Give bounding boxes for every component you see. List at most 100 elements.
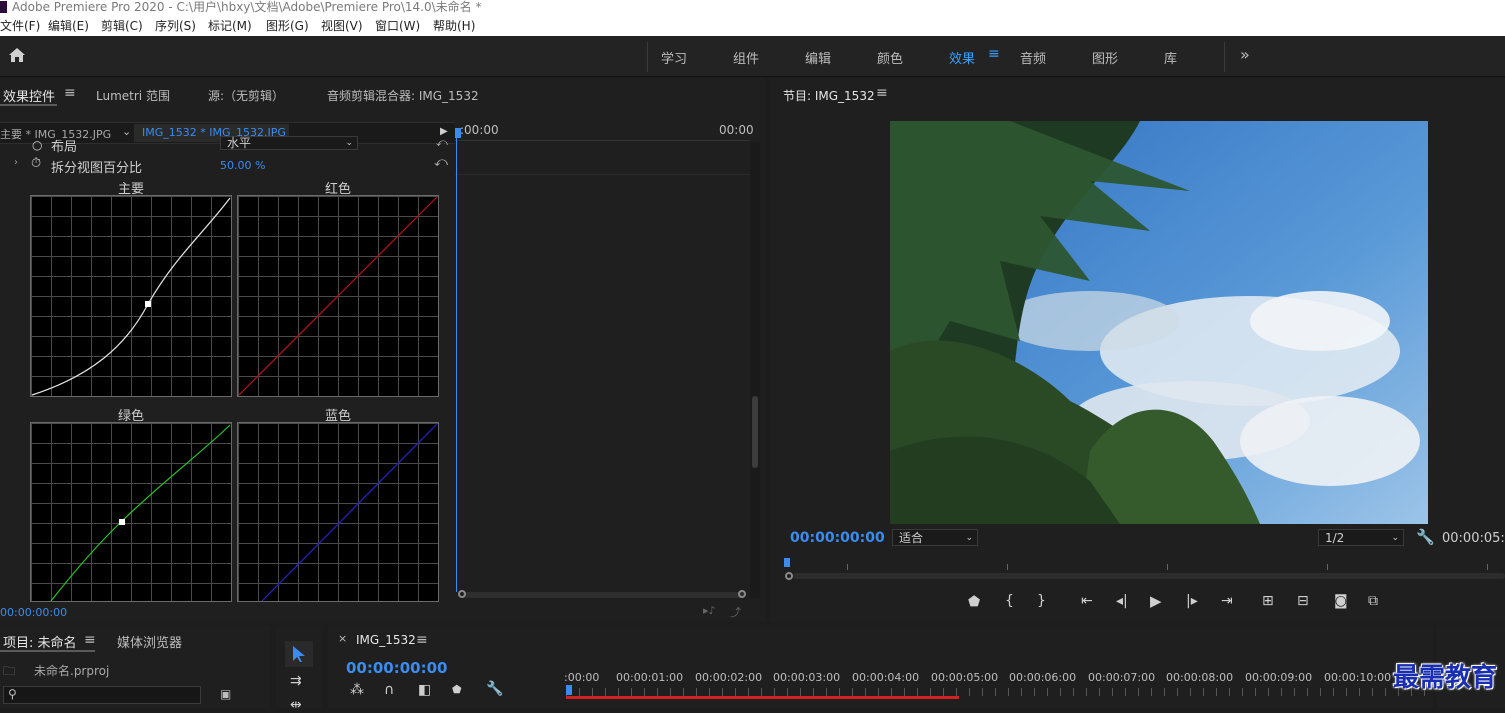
split-stopwatch-icon[interactable]: ⏱ — [31, 156, 41, 171]
track-select-tool-icon[interactable]: ⇉ — [290, 674, 302, 688]
go-to-in-icon[interactable]: ⇤ — [1081, 594, 1093, 608]
home-icon[interactable] — [8, 47, 26, 63]
layout-dropdown[interactable]: 水平 ⌄ — [220, 136, 358, 150]
workspace-libraries[interactable]: 库 — [1164, 48, 1177, 67]
play-icon[interactable]: ▶ — [1150, 594, 1162, 609]
menu-view[interactable]: 视图(V) — [321, 16, 363, 36]
fit-dropdown[interactable]: 适合 ⌄ — [892, 529, 978, 546]
clip-dropdown-chevron-icon[interactable]: ⌄ — [122, 125, 131, 138]
workspace-audio[interactable]: 音频 — [1020, 48, 1046, 67]
menu-file[interactable]: 文件(F) — [0, 16, 40, 36]
menu-window[interactable]: 窗口(W) — [375, 16, 420, 36]
new-bin-icon[interactable]: ▣ — [220, 687, 231, 701]
ripple-edit-tool-icon[interactable]: ⇹ — [290, 698, 302, 712]
timeline-tick-0: :00:00 — [564, 671, 600, 684]
close-timeline-icon[interactable]: × — [338, 632, 347, 645]
program-video-frame[interactable] — [890, 121, 1428, 524]
program-scrub-ruler[interactable] — [785, 556, 1505, 570]
ec-zoom-handle-right[interactable] — [738, 590, 746, 598]
tab-media-browser[interactable]: 媒体浏览器 — [117, 632, 182, 651]
menu-marker[interactable]: 标记(M) — [208, 16, 252, 36]
add-marker-icon[interactable]: ⬟ — [968, 595, 980, 609]
lift-icon[interactable]: ⊞ — [1262, 594, 1274, 608]
menu-edit[interactable]: 编辑(E) — [48, 16, 89, 36]
more-workspaces-icon[interactable]: » — [1240, 45, 1250, 64]
menu-clip[interactable]: 剪辑(C) — [101, 16, 143, 36]
green-curve-graph[interactable] — [30, 422, 232, 602]
timeline-timecode[interactable]: 00:00:00:00 — [346, 659, 448, 677]
timeline-ruler-ticks[interactable] — [566, 688, 1426, 696]
nest-icon[interactable]: ⁂ — [350, 683, 364, 697]
ec-playhead-handle[interactable] — [455, 128, 461, 138]
extract-icon[interactable]: ⊟ — [1297, 594, 1309, 608]
reset-split-icon[interactable]: ⤺ — [434, 155, 448, 170]
timeline-tab-label[interactable]: IMG_1532 — [356, 633, 416, 647]
mark-out-icon[interactable]: } — [1037, 594, 1046, 608]
workspace-color[interactable]: 颜色 — [877, 48, 903, 67]
video-frame-image — [890, 121, 1428, 524]
workspace-menu-icon[interactable]: ≡ — [988, 46, 1000, 62]
step-back-icon[interactable]: ◂| — [1116, 594, 1128, 608]
tab-effect-controls[interactable]: 效果控件 — [3, 86, 55, 105]
menu-help[interactable]: 帮助(H) — [433, 16, 475, 36]
timeline-menu-icon[interactable]: ≡ — [416, 632, 428, 648]
mark-in-icon[interactable]: { — [1005, 594, 1014, 608]
workspace-assembly[interactable]: 组件 — [733, 48, 759, 67]
wrench-settings-icon[interactable]: 🔧 — [1416, 528, 1435, 546]
effect-controls-menu-icon[interactable]: ≡ — [64, 85, 76, 101]
ec-playhead[interactable] — [456, 130, 457, 592]
compare-view-icon[interactable]: ⧉ — [1368, 594, 1378, 608]
menu-graphics[interactable]: 图形(G) — [266, 16, 309, 36]
go-to-out-icon[interactable]: ⇥ — [1221, 594, 1233, 608]
workspace-learn[interactable]: 学习 — [661, 48, 687, 67]
snap-magnet-icon[interactable]: ∩ — [384, 683, 394, 697]
resolution-value: 1/2 — [1325, 531, 1345, 545]
effect-current-time[interactable]: 00:00:00:00 — [0, 606, 67, 619]
selection-tool-icon[interactable] — [292, 645, 306, 663]
program-monitor-menu-icon[interactable]: ≡ — [876, 85, 888, 101]
tab-project[interactable]: 项目: 未命名 — [3, 632, 77, 651]
reset-layout-icon[interactable]: ⤺ — [436, 136, 448, 150]
add-marker-icon[interactable]: ⬟ — [452, 683, 462, 697]
window-titlebar: Adobe Premiere Pro 2020 - C:\用户\hbxy\文档\… — [0, 0, 1505, 16]
program-zoom-handle[interactable] — [785, 572, 793, 580]
audio-only-icon[interactable]: ▸♪ — [703, 604, 716, 617]
search-icon: ⚲ — [8, 687, 17, 701]
program-playhead[interactable] — [784, 558, 790, 567]
workspace-editing[interactable]: 编辑 — [805, 48, 831, 67]
expand-chevron-icon[interactable]: › — [14, 157, 18, 168]
ec-horizontal-scrollbar[interactable] — [463, 592, 745, 598]
tab-audio-clip-mixer[interactable]: 音频剪辑混合器: IMG_1532 — [327, 87, 479, 104]
step-forward-icon[interactable]: |▸ — [1186, 594, 1198, 608]
workspace-graphics[interactable]: 图形 — [1092, 48, 1118, 67]
effect-controls-panel: 效果控件 ≡ Lumetri 范围 源:（无剪辑） 音频剪辑混合器: IMG_1… — [0, 78, 765, 622]
green-curve-line — [50, 424, 231, 601]
tab-source[interactable]: 源:（无剪辑） — [208, 87, 284, 104]
ec-scroll-thumb[interactable] — [752, 396, 758, 468]
master-curve-graph[interactable] — [30, 195, 232, 397]
timeline-playhead[interactable] — [566, 685, 572, 695]
program-timecode[interactable]: 00:00:00:00 — [790, 530, 885, 546]
ec-vertical-scrollbar[interactable] — [750, 142, 760, 598]
split-view-value[interactable]: 50.00 % — [220, 159, 265, 172]
linked-selection-icon[interactable]: ◧ — [418, 683, 431, 697]
program-monitor-title[interactable]: 节目: IMG_1532 — [783, 87, 875, 104]
ruler-tick — [1167, 564, 1168, 570]
workspace-effects[interactable]: 效果 — [949, 48, 975, 67]
project-search-input[interactable] — [3, 686, 201, 704]
chevron-down-icon: ⌄ — [1391, 533, 1399, 543]
blue-curve-graph[interactable] — [237, 422, 439, 602]
layout-stopwatch-icon[interactable]: ○ — [32, 138, 42, 152]
resolution-dropdown[interactable]: 1/2 ⌄ — [1318, 529, 1404, 546]
program-zoom-scrollbar[interactable] — [793, 573, 1505, 579]
tab-lumetri-scopes[interactable]: Lumetri 范围 — [96, 87, 170, 104]
red-curve-graph[interactable] — [237, 195, 439, 397]
menu-sequence[interactable]: 序列(S) — [155, 16, 196, 36]
ec-zoom-handle-left[interactable] — [458, 590, 466, 598]
project-menu-icon[interactable]: ≡ — [84, 632, 96, 648]
timeline-tick-2: 00:00:02:00 — [695, 671, 763, 684]
timeline-settings-icon[interactable]: 🔧 — [486, 682, 503, 696]
export-frame-icon[interactable]: ⤴ — [730, 604, 741, 620]
project-file-name[interactable]: 未命名.prproj — [34, 662, 109, 679]
camera-export-frame-icon[interactable]: ◙ — [1334, 594, 1348, 608]
